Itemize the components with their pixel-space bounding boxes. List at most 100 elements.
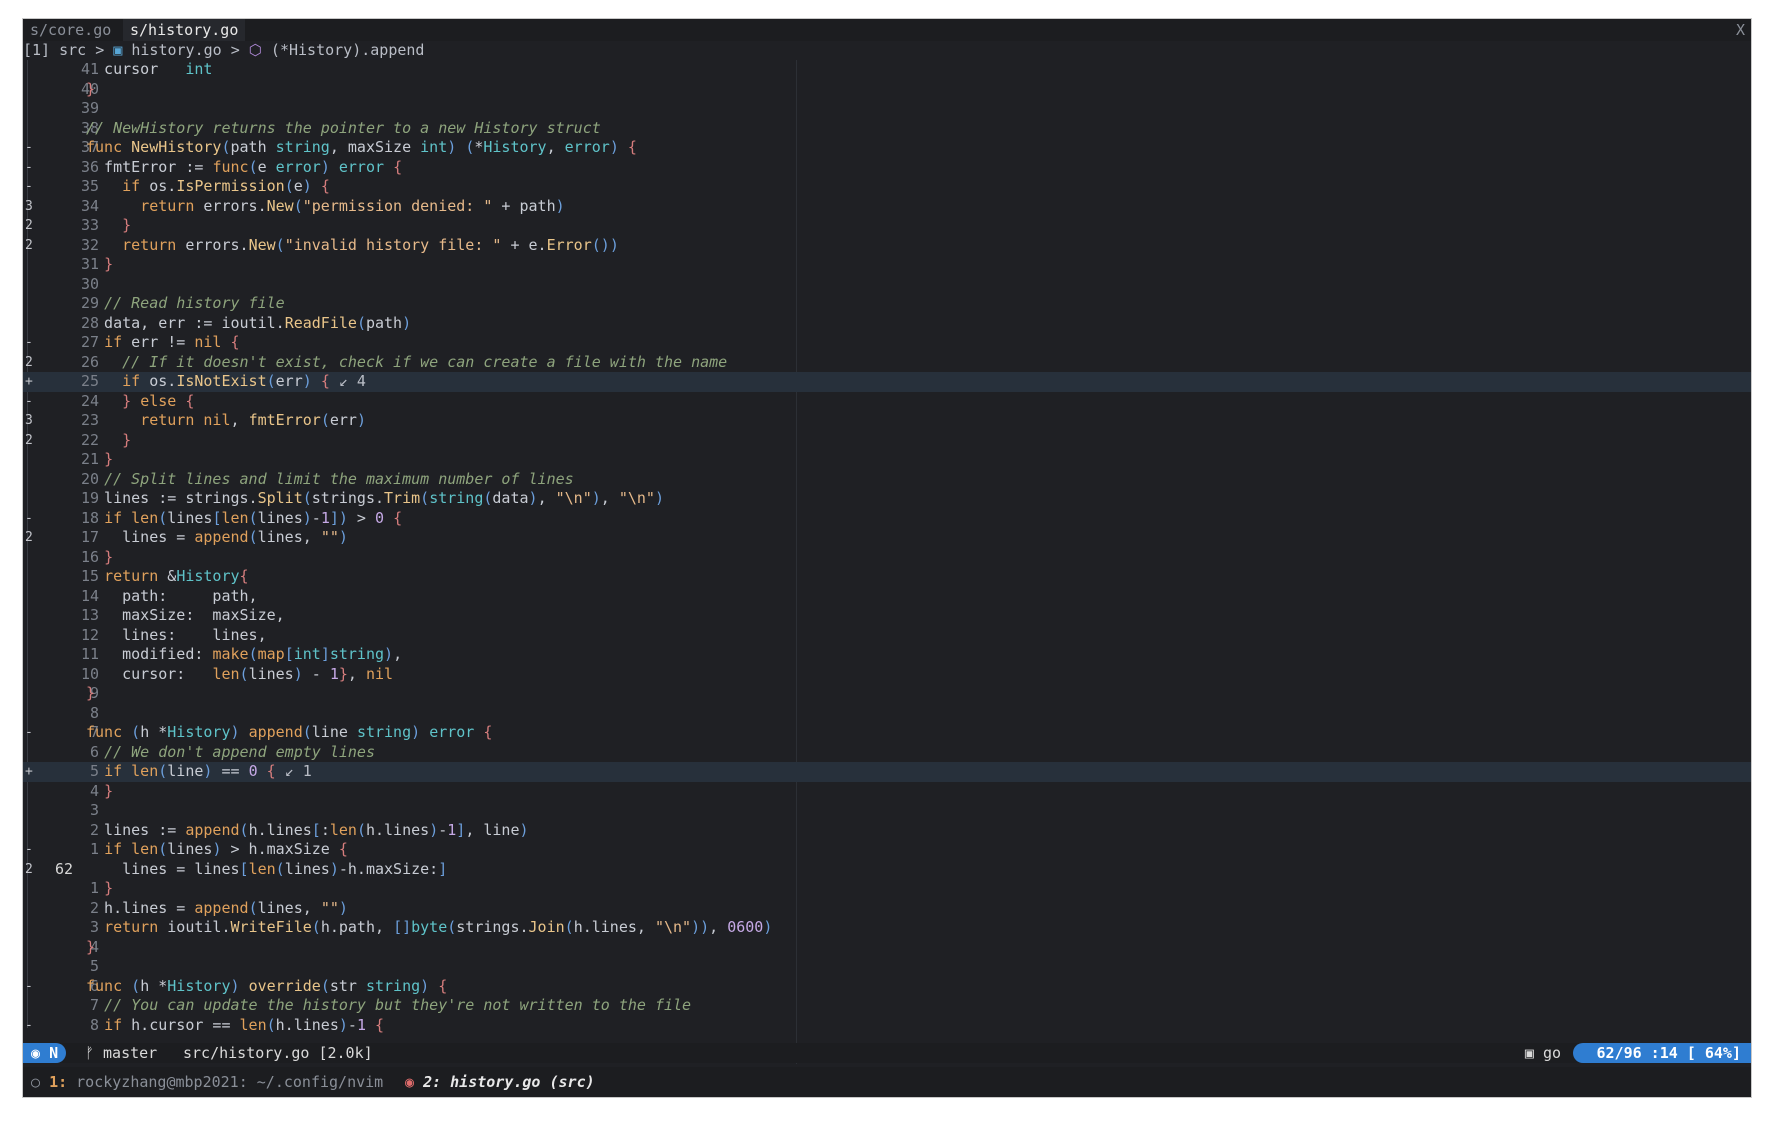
code-line[interactable]: 20 // Split lines and limit the maximum … [23,470,1751,490]
code-line[interactable]: 3 return ioutil.WriteFile(h.path, []byte… [23,918,1751,938]
code-line[interactable]: 6 // We don't append empty lines [23,743,1751,763]
code-text: lines = lines[len(lines)-h.maxSize:] [86,859,448,878]
code-line[interactable]: 19 lines := strings.Split(strings.Trim(s… [23,489,1751,509]
code-line[interactable]: -37 func NewHistory(path string, maxSize … [23,138,1751,158]
code-line[interactable]: 15 return &History{ [23,567,1751,587]
line-number: 8 [89,703,99,722]
code-line[interactable]: 1 } [23,879,1751,899]
code-line[interactable]: 9} [23,684,1751,704]
code-text: // You can update the history but they'r… [104,996,692,1014]
code-line[interactable]: 16 } [23,548,1751,568]
sign-column: 2 [25,530,33,545]
tab-core-go[interactable]: s/core.go [23,19,118,41]
code-line[interactable]: 2 26 // If it doesn't exist, check if we … [23,353,1751,373]
code-line[interactable]: 41 cursor int [23,60,1751,80]
code-line[interactable]: 10 cursor: len(lines) - 1}, nil [23,665,1751,685]
code-line[interactable]: 2 32 return errors.New("invalid history f… [23,236,1751,256]
filetype: ▣ go [1524,1044,1561,1062]
code-line[interactable]: -6 func (h *History) override(str string)… [23,977,1751,997]
code-text: } [86,79,96,98]
code-line[interactable]: -35 if os.IsPermission(e) { [23,177,1751,197]
code-line[interactable]: 40} [23,80,1751,100]
code-text: // We don't append empty lines [104,742,375,761]
tabline: s/core.go s/history.go X [23,19,1751,41]
code-line[interactable]: 28 data, err := ioutil.ReadFile(path) [23,314,1751,334]
code-line[interactable]: 4} [23,938,1751,958]
code-text: func (h *History) override(str string) { [86,976,448,995]
sign-column: - [25,510,33,526]
code-line[interactable]: 2 17 lines = append(lines, "") [23,528,1751,548]
code-text: if len(lines[len(lines)-1]) > 0 { [104,508,403,527]
code-text: } [122,216,132,234]
tmux-window-2[interactable]: ◉ 2: history.go (src) [405,1067,595,1097]
code-line[interactable]: 2 62 lines = lines[len(lines)-h.maxSize:] [23,860,1751,880]
code-line[interactable]: 29 // Read history file [23,294,1751,314]
code-line[interactable]: 5 [23,957,1751,977]
code-line[interactable]: 3 34 return errors.New("permission denied… [23,197,1751,217]
git-branch: ᚠ master [85,1044,158,1062]
code-text: // If it doesn't exist, check if we can … [122,352,728,371]
code-line[interactable]: 30 [23,275,1751,295]
code-text: } else { [122,391,195,410]
tmux-statusbar: ○ 1: rockyzhang@mbp2021: ~/.config/nvim … [23,1067,1751,1097]
code-line[interactable]: 2 33 } [23,216,1751,236]
code-line[interactable]: 12 lines: lines, [23,626,1751,646]
cursor-position: 62/96 :14 [ 64%] [1572,1043,1751,1063]
code-line[interactable]: 2 lines := append(h.lines[:len(h.lines)-… [23,821,1751,841]
code-line[interactable]: +25 if os.IsNotExist(err) { ↙ 4 [23,372,1751,392]
sign-column: 3 [25,198,33,214]
code-line[interactable]: -36 fmtError := func(e error) error { [23,158,1751,178]
code-line[interactable]: 4 } [23,782,1751,802]
code-line[interactable]: -27 if err != nil { [23,333,1751,353]
code-line[interactable]: 2 h.lines = append(lines, "") [23,899,1751,919]
code-line[interactable]: +5 if len(line) == 0 { ↙ 1 [23,762,1751,782]
code-line[interactable]: 3 [23,801,1751,821]
code-text: func NewHistory(path string, maxSize int… [86,138,637,156]
code-text: } [86,684,96,702]
code-line[interactable]: 31 } [23,255,1751,275]
breadcrumb-item-file[interactable]: history.go [131,41,221,59]
sign-column: + [25,374,33,389]
code-line[interactable]: -1 if len(lines) > h.maxSize { [23,840,1751,860]
code-text: } [104,255,114,273]
code-line[interactable]: 38// NewHistory returns the pointer to a… [23,119,1751,139]
code-line[interactable]: -8 if h.cursor == len(h.lines)-1 { [23,1016,1751,1036]
breadcrumb-item-method[interactable]: (*History).append [271,41,425,59]
code-text: if len(line) == 0 { ↙ 1 [104,762,312,780]
code-text: if len(lines) > h.maxSize { [104,840,348,858]
code-text: if err != nil { [104,333,240,351]
mode-icon: ◉ [31,1044,50,1062]
code-line[interactable]: 39 [23,99,1751,119]
code-text: cursor int [86,60,213,78]
code-line[interactable]: 2 22 } [23,431,1751,451]
method-icon: ⬡ [248,41,262,59]
code-text: return &History{ [104,567,249,585]
code-line[interactable]: -18 if len(lines[len(lines)-1]) > 0 { [23,509,1751,529]
breadcrumb-item-src[interactable]: src [59,41,86,59]
code-line[interactable]: 11 modified: make(map[int]string), [23,645,1751,665]
close-icon[interactable]: X [1736,19,1745,41]
line-number: 39 [80,99,99,117]
code-text: modified: make(map[int]string), [86,645,403,663]
code-line[interactable]: -7 func (h *History) append(line string) … [23,723,1751,743]
go-filetype-icon: ▣ [1524,1044,1543,1062]
code-text: h.lines = append(lines, "") [86,898,348,917]
code-line[interactable]: 8 [23,704,1751,724]
code-line[interactable]: 13 maxSize: maxSize, [23,606,1751,626]
sign-column: - [25,978,33,994]
sign-column: 2 [25,218,33,233]
code-text: } [104,547,114,566]
code-text: cursor: len(lines) - 1}, nil [86,664,394,683]
code-line[interactable]: 21 } [23,450,1751,470]
code-text: } [104,879,114,897]
tab-history-go[interactable]: s/history.go [123,19,246,41]
code-line[interactable]: -24 } else { [23,392,1751,412]
sign-column: - [25,1017,33,1033]
code-text: // Read history file [104,294,285,312]
circle-icon: ○ [31,1073,50,1091]
code-line[interactable]: 3 23 return nil, fmtError(err) [23,411,1751,431]
tmux-window-1[interactable]: ○ 1: rockyzhang@mbp2021: ~/.config/nvim [31,1067,383,1097]
code-line[interactable]: 14 path: path, [23,587,1751,607]
code-line[interactable]: 7 // You can update the history but they… [23,996,1751,1016]
code-editor[interactable]: 41 cursor int 40} 39 38// NewHistory return… [23,60,1751,1064]
